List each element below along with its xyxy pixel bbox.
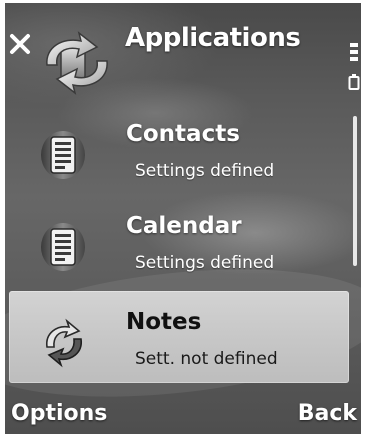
title-bar: Applications [5, 3, 361, 98]
phone-screen: Applications Contacts Settings defined C… [5, 3, 361, 434]
list-item-contacts[interactable]: Contacts Settings defined [9, 103, 349, 195]
list-item-calendar[interactable]: Calendar Settings defined [9, 195, 349, 287]
page-title: Applications [125, 23, 301, 53]
sync-arrows-icon [46, 318, 82, 368]
back-softkey[interactable]: Back [298, 401, 357, 426]
list-item-notes[interactable]: Notes Sett. not defined [9, 291, 349, 383]
scrollbar[interactable] [353, 116, 357, 266]
list-item-title: Contacts [126, 121, 240, 147]
contacts-book-icon [41, 131, 85, 179]
close-icon[interactable] [9, 33, 31, 55]
list-item-title: Calendar [126, 213, 242, 239]
list-item-title: Notes [126, 309, 202, 335]
list-item-status: Sett. not defined [135, 349, 278, 369]
sync-icon [46, 31, 108, 95]
options-softkey[interactable]: Options [11, 401, 107, 426]
list-item-status: Settings defined [135, 253, 275, 273]
signal-indicator-icon [348, 43, 360, 90]
calendar-book-icon [41, 223, 85, 271]
list-item-status: Settings defined [135, 161, 275, 181]
